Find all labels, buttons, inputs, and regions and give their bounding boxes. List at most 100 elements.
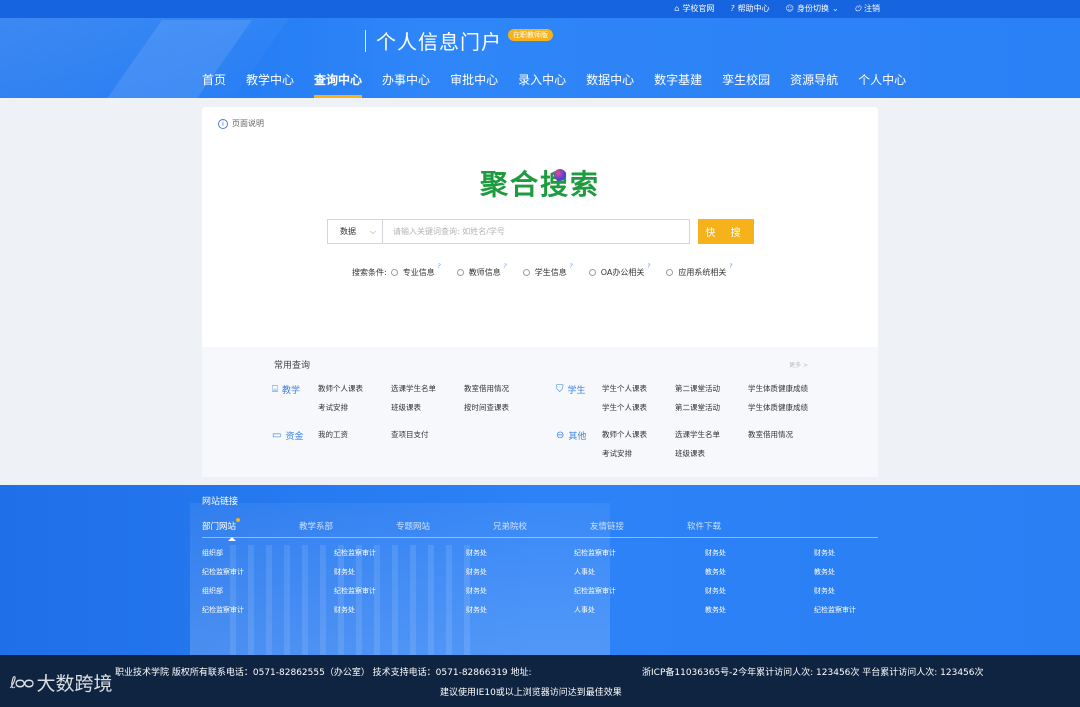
site-link[interactable]: 纪检监察审计 bbox=[202, 604, 334, 616]
quick-search-button[interactable]: 快 搜 bbox=[698, 219, 754, 244]
search-type-select[interactable]: 数据 ⌵ bbox=[327, 219, 382, 244]
site-link[interactable]: 财务处 bbox=[466, 547, 574, 559]
site-links-title: 网站链接 bbox=[202, 497, 239, 507]
main-nav: 首页 教学中心 查询中心 办事中心 审批中心 录入中心 数据中心 数字基建 孪生… bbox=[202, 72, 916, 98]
query-link[interactable]: 教师个人课表 bbox=[602, 429, 675, 441]
footer-icp-stats: 浙ICP备11036365号-2今年累计访问人次: 123456次 平台累计访问… bbox=[642, 668, 984, 678]
condition-option-oa[interactable]: OA办公相关 ? bbox=[588, 263, 650, 278]
user-icon: ☺ bbox=[785, 4, 794, 13]
nav-item-data-center[interactable]: 数据中心 bbox=[576, 72, 644, 98]
power-icon: ⏻ bbox=[854, 3, 861, 13]
nav-item-service-center[interactable]: 办事中心 bbox=[372, 72, 440, 98]
site-link[interactable]: 纪检监察审计 bbox=[202, 566, 334, 578]
query-link[interactable]: 选课学生名单 bbox=[391, 383, 464, 395]
footer-browser-tip: 建议使用IE10或以上浏览器访问达到最佳效果 bbox=[440, 688, 622, 698]
condition-option-teacher[interactable]: 教师信息 ? bbox=[456, 263, 507, 278]
site-link[interactable]: 纪检监察审计 bbox=[334, 585, 466, 597]
top-link-logout[interactable]: ⏻ 注销 bbox=[855, 3, 880, 14]
query-link[interactable]: 查项目支付 bbox=[391, 429, 464, 441]
radio-icon[interactable] bbox=[522, 269, 530, 276]
tab-software-download[interactable]: 软件下载 bbox=[687, 520, 784, 537]
query-link[interactable]: 班级课表 bbox=[391, 402, 464, 414]
query-link[interactable]: 教师个人课表 bbox=[318, 383, 391, 395]
group-student: ⛉ 学生 学生个人课表 第二课堂活动 学生体质健康成绩 学生个人课表 第二课堂活… bbox=[556, 383, 821, 414]
condition-label: 学生信息 bbox=[534, 268, 567, 277]
nav-item-twin-campus[interactable]: 孪生校园 bbox=[712, 72, 780, 98]
group-links: 学生个人课表 第二课堂活动 学生体质健康成绩 学生个人课表 第二课堂活动 学生体… bbox=[602, 383, 821, 414]
site-link[interactable]: 财务处 bbox=[705, 547, 814, 559]
site-link[interactable]: 组织部 bbox=[202, 547, 334, 559]
tab-friendly-links[interactable]: 友情链接 bbox=[590, 520, 687, 537]
query-link[interactable]: 考试安排 bbox=[602, 448, 675, 460]
query-link[interactable]: 选课学生名单 bbox=[675, 429, 748, 441]
group-links: 教师个人课表 选课学生名单 教室借用情况 考试安排 班级课表 bbox=[602, 429, 821, 460]
nav-item-personal-center[interactable]: 个人中心 bbox=[848, 72, 916, 98]
radio-icon[interactable] bbox=[588, 269, 596, 276]
site-link[interactable]: 纪检监察审计 bbox=[574, 547, 705, 559]
radio-icon[interactable] bbox=[390, 269, 398, 276]
condition-option-student[interactable]: 学生信息 ? bbox=[522, 263, 573, 278]
site-link[interactable]: 财务处 bbox=[466, 566, 574, 578]
home-icon: ⌂ bbox=[674, 4, 680, 13]
query-link[interactable]: 考试安排 bbox=[318, 402, 391, 414]
site-link[interactable]: 人事处 bbox=[574, 566, 705, 578]
nav-item-home[interactable]: 首页 bbox=[202, 72, 236, 98]
site-link[interactable]: 财务处 bbox=[814, 547, 894, 559]
tab-label: 部门网站 bbox=[202, 522, 237, 532]
site-link[interactable]: 教务处 bbox=[705, 566, 814, 578]
tab-teaching-departments[interactable]: 教学系部 bbox=[299, 520, 396, 537]
top-link-label: 身份切换 bbox=[796, 4, 829, 13]
header: ⌂ 学校官网 ? 帮助中心 ☺ 身份切换 ⌄ ⏻ 注销 个人信息门户 在职教师版… bbox=[0, 0, 1080, 98]
tab-sister-schools[interactable]: 兄弟院校 bbox=[493, 520, 590, 537]
nav-item-query-center[interactable]: 查询中心 bbox=[304, 72, 372, 98]
site-link[interactable]: 财务处 bbox=[705, 585, 814, 597]
site-link[interactable]: 教务处 bbox=[814, 566, 894, 578]
site-link[interactable]: 人事处 bbox=[574, 604, 705, 616]
site-link[interactable]: 财务处 bbox=[466, 585, 574, 597]
nav-item-approval-center[interactable]: 审批中心 bbox=[440, 72, 508, 98]
more-link[interactable]: 更多 > bbox=[789, 360, 808, 369]
question-icon: ? bbox=[437, 263, 441, 270]
tab-topic-sites[interactable]: 专题网站 bbox=[396, 520, 493, 537]
query-link[interactable]: 学生体质健康成绩 bbox=[748, 383, 821, 395]
site-link[interactable]: 财务处 bbox=[814, 585, 894, 597]
info-icon: i bbox=[218, 118, 228, 129]
site-link[interactable]: 组织部 bbox=[202, 585, 334, 597]
radio-icon[interactable] bbox=[666, 269, 674, 276]
top-link-school-site[interactable]: ⌂ 学校官网 bbox=[674, 3, 714, 14]
query-link[interactable]: 第二课堂活动 bbox=[675, 383, 748, 395]
query-link[interactable]: 教室借用情况 bbox=[464, 383, 537, 395]
top-link-identity-switch[interactable]: ☺ 身份切换 ⌄ bbox=[786, 3, 839, 14]
page-info-link[interactable]: i 页面说明 bbox=[218, 118, 264, 129]
graduation-cap-icon: ⛉ bbox=[556, 383, 564, 395]
top-link-help[interactable]: ? 帮助中心 bbox=[730, 3, 769, 14]
site-link[interactable]: 财务处 bbox=[334, 566, 466, 578]
query-link[interactable]: 学生个人课表 bbox=[602, 402, 675, 414]
nav-item-teaching-center[interactable]: 教学中心 bbox=[236, 72, 304, 98]
query-link[interactable]: 第二课堂活动 bbox=[675, 402, 748, 414]
query-link[interactable]: 教室借用情况 bbox=[748, 429, 821, 441]
help-icon: ? bbox=[730, 4, 735, 13]
site-link[interactable]: 纪检监察审计 bbox=[574, 585, 705, 597]
book-icon: ⌸ bbox=[272, 383, 278, 395]
condition-option-major[interactable]: 专业信息 ? bbox=[390, 263, 441, 278]
condition-option-app[interactable]: 应用系统相关 ? bbox=[666, 263, 732, 278]
search-input[interactable] bbox=[382, 219, 690, 244]
site-link[interactable]: 财务处 bbox=[466, 604, 574, 616]
radio-icon[interactable] bbox=[456, 269, 464, 276]
group-other: ⊖ 其他 教师个人课表 选课学生名单 教室借用情况 考试安排 班级课表 bbox=[556, 429, 821, 460]
query-link[interactable]: 我的工资 bbox=[318, 429, 391, 441]
query-link[interactable]: 学生体质健康成绩 bbox=[748, 402, 821, 414]
tab-department-sites[interactable]: 部门网站 bbox=[202, 518, 299, 541]
nav-item-entry-center[interactable]: 录入中心 bbox=[508, 72, 576, 98]
query-link[interactable]: 按时间查课表 bbox=[464, 402, 537, 414]
site-link[interactable]: 纪检监察审计 bbox=[334, 547, 466, 559]
site-link[interactable]: 纪检监察审计 bbox=[814, 604, 894, 616]
site-link[interactable]: 教务处 bbox=[705, 604, 814, 616]
query-link[interactable]: 班级课表 bbox=[675, 448, 748, 460]
nav-item-resource-nav[interactable]: 资源导航 bbox=[780, 72, 848, 98]
query-link[interactable]: 学生个人课表 bbox=[602, 383, 675, 395]
site-links-tabs: 部门网站 教学系部 专题网站 兄弟院校 友情链接 软件下载 bbox=[202, 518, 878, 541]
nav-item-digital-infra[interactable]: 数字基建 bbox=[644, 72, 712, 98]
site-link[interactable]: 财务处 bbox=[334, 604, 466, 616]
